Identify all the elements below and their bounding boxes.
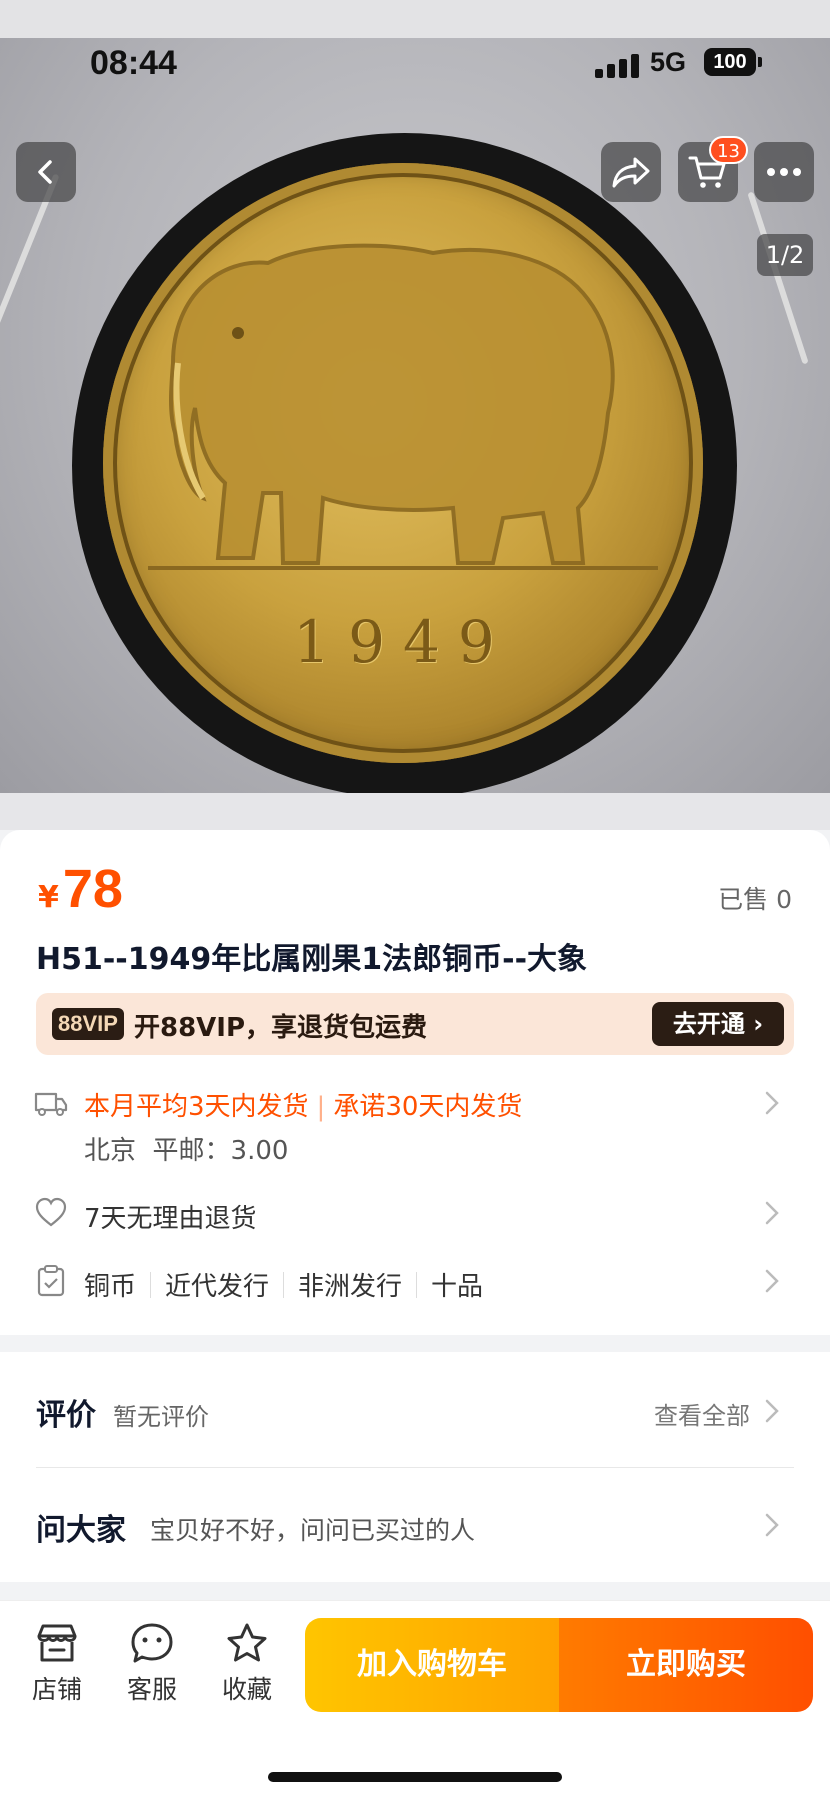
add-to-cart-button[interactable]: 加入购物车 (305, 1618, 559, 1712)
cart-count-badge: 13 (709, 136, 748, 164)
favorite-button[interactable]: 收藏 (207, 1622, 287, 1706)
battery-icon: 100 (704, 48, 762, 76)
heart-shield-icon (35, 1197, 67, 1227)
share-icon (612, 157, 650, 188)
coin-year: 1949 (293, 608, 513, 676)
product-info-card (0, 830, 830, 1335)
chevron-right-icon[interactable] (762, 1510, 782, 1540)
tag: 十品 (431, 1272, 484, 1302)
customer-service-label: 客服 (126, 1675, 177, 1704)
clipboard-icon (37, 1265, 65, 1297)
network-label: 5G (650, 47, 687, 77)
status-time: 08:44 (90, 44, 177, 82)
vip-banner[interactable]: 88VIP 开88VIP，享退货包运费 去开通 › (36, 993, 794, 1055)
currency-symbol: ¥ (38, 880, 59, 915)
more-icon (767, 168, 801, 176)
reviews-subtitle: 暂无评价 (113, 1403, 209, 1431)
return-policy: 7天无理由退货 (84, 1204, 257, 1234)
tag: 非洲发行 (298, 1272, 403, 1302)
shipping-time: 本月平均3天内发货 | 承诺30天内发货 (84, 1092, 523, 1122)
holder-pin (747, 191, 809, 365)
ask-subtitle: 宝贝好不好，问问已买过的人 (150, 1516, 476, 1545)
vip-text: 开88VIP，享退货包运费 (134, 1013, 428, 1043)
price-row: ¥ 78 (38, 858, 123, 919)
sold-count: 已售 0 (718, 885, 792, 914)
chat-face-icon (131, 1623, 173, 1663)
image-page-indicator: 1/2 (757, 234, 813, 276)
home-indicator (268, 1772, 562, 1782)
top-strip (0, 0, 830, 38)
vip-open-button[interactable]: 去开通 › (652, 1002, 784, 1046)
chevron-right-icon[interactable] (762, 1396, 782, 1426)
divider (36, 1467, 794, 1468)
shipping-origin: 北京 平邮：3.00 (84, 1136, 289, 1166)
share-button[interactable] (601, 142, 661, 202)
chevron-right-icon[interactable] (762, 1088, 782, 1118)
back-button[interactable] (16, 142, 76, 202)
more-button[interactable] (754, 142, 814, 202)
vip-tag: 88VIP (52, 1008, 124, 1040)
chevron-right-icon[interactable] (762, 1198, 782, 1228)
tag: 铜币 (84, 1272, 137, 1302)
view-all-reviews-link[interactable]: 查看全部 (654, 1396, 750, 1431)
store-button[interactable]: 店铺 (17, 1622, 97, 1706)
reviews-title: 评价 (36, 1398, 96, 1433)
price-value: 78 (62, 859, 123, 919)
store-label: 店铺 (31, 1675, 82, 1704)
signal-icon (595, 52, 639, 78)
ask-title: 问大家 (36, 1513, 126, 1548)
attribute-tags: 铜币 近代发行 非洲发行 十品 (84, 1266, 483, 1303)
buy-now-button[interactable]: 立即购买 (559, 1618, 813, 1712)
favorite-label: 收藏 (221, 1675, 272, 1704)
chevron-left-icon (38, 160, 52, 184)
cart-button[interactable]: 13 (678, 136, 748, 202)
product-title: H51--1949年比属刚果1法郎铜币--大象 (36, 942, 588, 977)
star-icon (227, 1623, 267, 1662)
customer-service-button[interactable]: 客服 (112, 1622, 192, 1706)
truck-icon (34, 1092, 68, 1116)
tag: 近代发行 (165, 1272, 270, 1302)
chevron-right-icon[interactable] (762, 1266, 782, 1296)
store-icon (37, 1624, 77, 1662)
image-bottom-strip (0, 793, 830, 830)
status-bar: 08:44 5G 100 (0, 38, 830, 88)
